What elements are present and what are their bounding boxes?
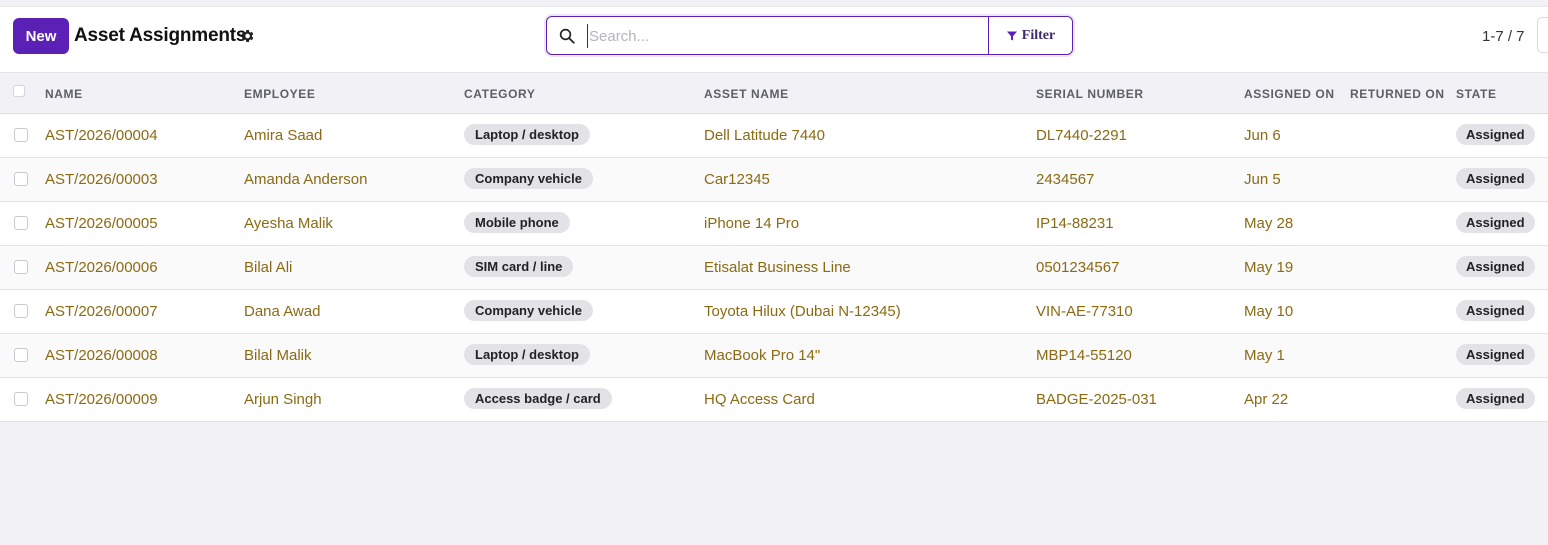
category-tag: Laptop / desktop [464,344,590,365]
row-checkbox[interactable] [14,348,28,362]
cell-employee: Arjun Singh [244,391,322,408]
new-button[interactable]: New [13,18,69,54]
column-header-employee[interactable]: EMPLOYEE [244,87,315,101]
column-header-serial-number[interactable]: SERIAL NUMBER [1036,87,1144,101]
column-header-category[interactable]: CATEGORY [464,87,535,101]
row-checkbox[interactable] [14,216,28,230]
control-panel: New Asset Assignments Filter 1-7 / 7 [0,6,1548,73]
cell-assigned-on: May 19 [1244,259,1294,276]
search-box: Filter [546,16,1073,55]
cell-employee: Bilal Malik [244,347,312,364]
state-badge: Assigned [1456,212,1535,233]
cell-serial-number: DL7440-2291 [1036,127,1127,144]
pager-prev-button[interactable] [1537,17,1548,53]
cell-assigned-on: Jun 5 [1244,171,1281,188]
state-badge: Assigned [1456,124,1535,145]
cell-asset-name: Car12345 [704,171,770,188]
pager-value[interactable]: 1-7 / 7 [1482,28,1525,45]
cell-serial-number: VIN-AE-77310 [1036,303,1133,320]
table-row[interactable]: AST/2026/00007 Dana Awad Company vehicle… [0,290,1548,334]
search-icon [559,28,575,44]
cell-employee: Bilal Ali [244,259,293,276]
state-badge: Assigned [1456,344,1535,365]
filter-icon [1006,31,1017,40]
filter-button-label: Filter [1021,27,1056,43]
category-tag: Company vehicle [464,168,593,189]
row-checkbox[interactable] [14,260,28,274]
cell-serial-number: 2434567 [1036,171,1095,188]
select-all-checkbox[interactable] [13,85,25,97]
table-row[interactable]: AST/2026/00008 Bilal Malik Laptop / desk… [0,334,1548,378]
cell-assigned-on: Apr 22 [1244,391,1289,408]
category-tag: Access badge / card [464,388,612,409]
cell-assigned-on: May 28 [1244,215,1294,232]
page-title: Asset Assignments [74,25,247,46]
table-row[interactable]: AST/2026/00003 Amanda Anderson Company v… [0,158,1548,202]
cell-asset-name: Etisalat Business Line [704,259,851,276]
cell-employee: Amanda Anderson [244,171,368,188]
table-header: NAME EMPLOYEE CATEGORY ASSET NAME SERIAL… [0,73,1548,114]
cell-asset-name: Toyota Hilux (Dubai N-12345) [704,303,901,320]
cell-name: AST/2026/00009 [45,391,158,408]
column-header-name[interactable]: NAME [45,87,83,101]
state-badge: Assigned [1456,168,1535,189]
category-tag: SIM card / line [464,256,574,277]
column-header-state[interactable]: STATE [1456,87,1497,101]
state-badge: Assigned [1456,388,1535,409]
cell-serial-number: IP14-88231 [1036,215,1114,232]
cell-name: AST/2026/00005 [45,215,158,232]
table-row[interactable]: AST/2026/00009 Arjun Singh Access badge … [0,378,1548,422]
row-checkbox[interactable] [14,128,28,142]
cell-name: AST/2026/00003 [45,171,158,188]
cell-asset-name: Dell Latitude 7440 [704,127,825,144]
cell-employee: Amira Saad [244,127,323,144]
cell-assigned-on: Jun 6 [1244,127,1281,144]
cell-name: AST/2026/00007 [45,303,158,320]
category-tag: Mobile phone [464,212,570,233]
table-row[interactable]: AST/2026/00005 Ayesha Malik Mobile phone… [0,202,1548,246]
cell-asset-name: HQ Access Card [704,391,815,408]
column-header-returned-on[interactable]: RETURNED ON [1350,87,1445,101]
cell-assigned-on: May 10 [1244,303,1294,320]
category-tag: Company vehicle [464,300,593,321]
state-badge: Assigned [1456,256,1535,277]
column-header-asset-name[interactable]: ASSET NAME [704,87,789,101]
assignments-table: NAME EMPLOYEE CATEGORY ASSET NAME SERIAL… [0,73,1548,422]
cell-serial-number: BADGE-2025-031 [1036,391,1157,408]
cell-asset-name: MacBook Pro 14" [704,347,821,364]
filter-button[interactable]: Filter [988,17,1072,54]
cell-assigned-on: May 1 [1244,347,1285,364]
cell-name: AST/2026/00008 [45,347,158,364]
cell-employee: Dana Awad [244,303,321,320]
column-header-assigned-on[interactable]: ASSIGNED ON [1244,87,1335,101]
row-checkbox[interactable] [14,392,28,406]
cell-serial-number: 0501234567 [1036,259,1120,276]
table-row[interactable]: AST/2026/00004 Amira Saad Laptop / deskt… [0,114,1548,158]
row-checkbox[interactable] [14,172,28,186]
state-badge: Assigned [1456,300,1535,321]
category-tag: Laptop / desktop [464,124,590,145]
search-input[interactable] [587,24,977,48]
cell-name: AST/2026/00006 [45,259,158,276]
gear-icon[interactable] [239,28,255,44]
cell-serial-number: MBP14-55120 [1036,347,1132,364]
cell-asset-name: iPhone 14 Pro [704,215,800,232]
table-row[interactable]: AST/2026/00006 Bilal Ali SIM card / line… [0,246,1548,290]
cell-name: AST/2026/00004 [45,127,158,144]
cell-employee: Ayesha Malik [244,215,333,232]
row-checkbox[interactable] [14,304,28,318]
